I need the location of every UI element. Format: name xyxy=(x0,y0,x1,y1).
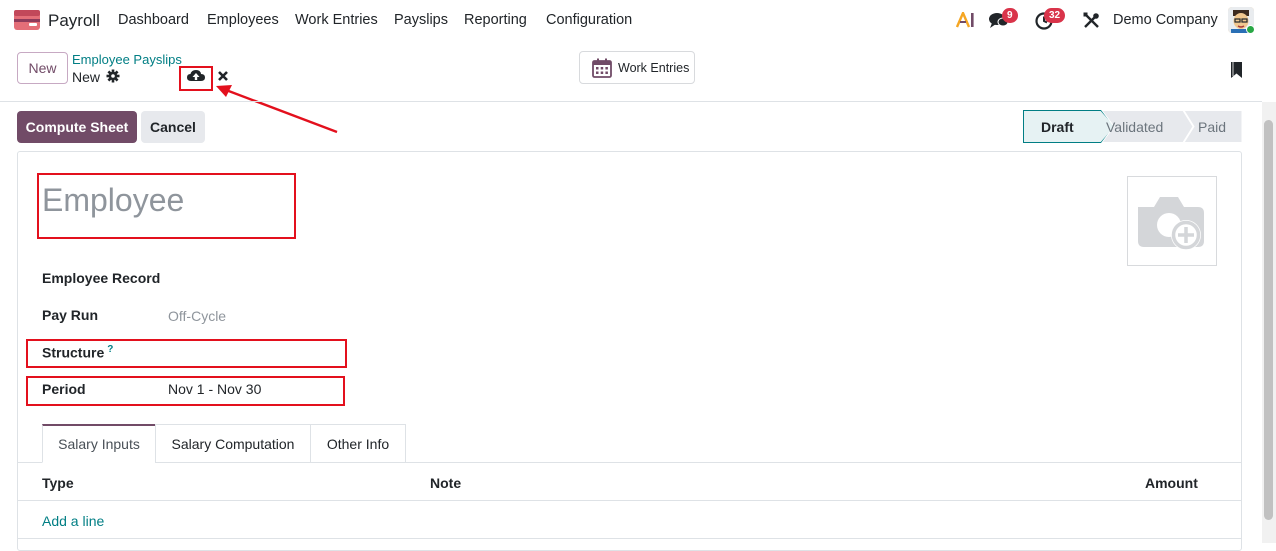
employee-record-label: Employee Record xyxy=(42,270,161,286)
annotation-arrow xyxy=(216,85,338,134)
employee-highlight-box xyxy=(37,173,296,239)
messages-badge: 9 xyxy=(1002,8,1018,23)
app-name[interactable]: Payroll xyxy=(48,11,100,31)
breadcrumb-employee-payslips[interactable]: Employee Payslips xyxy=(72,52,182,67)
work-entries-smart-button[interactable]: Work Entries xyxy=(579,51,695,84)
menu-reporting[interactable]: Reporting xyxy=(464,12,527,28)
menu-employees[interactable]: Employees xyxy=(207,12,279,28)
calendar-icon xyxy=(592,58,612,78)
menu-work-entries[interactable]: Work Entries xyxy=(295,12,378,28)
status-bar: Draft Validated Paid xyxy=(1023,110,1242,143)
record-name: New xyxy=(72,69,101,85)
status-draft[interactable]: Draft xyxy=(1041,119,1074,135)
scrollbar-thumb[interactable] xyxy=(1264,120,1273,520)
column-header-note[interactable]: Note xyxy=(430,475,461,491)
menu-dashboard[interactable]: Dashboard xyxy=(118,12,189,28)
bookmark-icon[interactable] xyxy=(1230,61,1243,79)
tools-icon[interactable] xyxy=(1083,12,1100,29)
save-highlight-box xyxy=(179,66,213,91)
work-entries-label: Work Entries xyxy=(618,60,690,75)
ai-icon[interactable] xyxy=(956,12,976,28)
payroll-app-icon[interactable] xyxy=(14,10,40,30)
new-button[interactable]: New xyxy=(17,52,68,84)
cancel-button[interactable]: Cancel xyxy=(141,111,205,143)
gear-icon[interactable] xyxy=(106,69,120,83)
menu-payslips[interactable]: Payslips xyxy=(394,12,448,28)
column-header-type[interactable]: Type xyxy=(42,475,74,491)
structure-highlight-box xyxy=(26,339,347,368)
add-a-line-link[interactable]: Add a line xyxy=(42,513,104,529)
table-row-divider xyxy=(18,538,1241,539)
column-header-amount[interactable]: Amount xyxy=(1145,475,1198,491)
pay-run-label: Pay Run xyxy=(42,307,99,323)
pay-run-field[interactable]: Off-Cycle xyxy=(168,308,226,324)
table-header-divider xyxy=(18,500,1241,501)
tab-other-info[interactable]: Other Info xyxy=(310,424,406,463)
control-panel-divider xyxy=(0,101,1262,102)
menu-configuration[interactable]: Configuration xyxy=(546,12,632,28)
period-highlight-box xyxy=(26,376,345,406)
camera-plus-icon xyxy=(1138,197,1204,250)
tab-salary-computation[interactable]: Salary Computation xyxy=(155,424,311,463)
employee-photo-upload[interactable] xyxy=(1127,176,1217,266)
activities-badge: 32 xyxy=(1044,8,1066,23)
status-validated[interactable]: Validated xyxy=(1106,119,1163,135)
company-switcher[interactable]: Demo Company xyxy=(1113,12,1218,28)
online-status-dot xyxy=(1246,25,1255,34)
status-paid[interactable]: Paid xyxy=(1198,119,1226,135)
compute-sheet-button[interactable]: Compute Sheet xyxy=(17,111,137,143)
tab-salary-inputs[interactable]: Salary Inputs xyxy=(42,424,156,463)
